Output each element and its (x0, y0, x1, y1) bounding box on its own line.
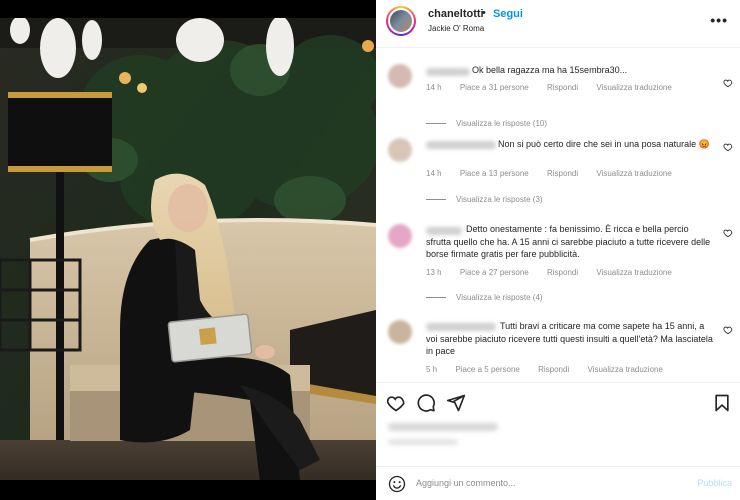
share-icon[interactable] (446, 393, 466, 413)
comment-likes[interactable]: Piace a 27 persone (460, 268, 529, 277)
comment-time: 14 h (426, 83, 442, 92)
comment-meta: 14 h Piace a 13 persone Rispondi Visuali… (426, 169, 688, 178)
photo-bottom-bar (0, 480, 376, 500)
comment-likes[interactable]: Piace a 13 persone (460, 169, 529, 178)
comment-item: Non si può certo dire che sei in una pos… (376, 134, 740, 204)
comment-reply-button[interactable]: Rispondi (547, 268, 578, 277)
comment-heart-icon[interactable] (723, 78, 733, 88)
comment-icon[interactable] (416, 393, 436, 413)
instagram-post-window: chaneltotti • Segui Jackie O' Roma ••• O… (0, 0, 740, 500)
comment-text: Non si può certo dire che sei in una pos… (498, 139, 710, 149)
commenter-avatar[interactable] (388, 64, 412, 88)
commenter-avatar[interactable] (388, 224, 412, 248)
view-replies-label[interactable]: Visualizza le risposte (4) (456, 293, 543, 302)
view-replies-label[interactable]: Visualizza le risposte (10) (456, 119, 547, 128)
username-separator: • (482, 7, 486, 19)
publish-button[interactable]: Pubblica (697, 478, 732, 488)
comment-heart-icon[interactable] (723, 228, 733, 238)
comment-text: Tutti bravi a criticare ma come sapete h… (426, 321, 713, 356)
comments-list: Ok bella ragazza ma ha 15sembra30... 14 … (376, 48, 740, 382)
comment-text: Detto onestamente : fa benissimo. È ricc… (426, 224, 711, 259)
post-username[interactable]: chaneltotti (428, 8, 484, 20)
comment-reply-button[interactable]: Rispondi (547, 83, 578, 92)
comment-translate-link[interactable]: Visualizza traduzione (596, 169, 671, 178)
comment-reply-button[interactable]: Rispondi (547, 169, 578, 178)
heart-icon[interactable] (386, 393, 406, 413)
add-comment-input[interactable] (416, 478, 666, 488)
comment-heart-icon[interactable] (723, 325, 733, 335)
view-replies-link[interactable]: Visualizza le risposte (3) (426, 195, 543, 204)
comment-item: Ok bella ragazza ma ha 15sembra30... 14 … (376, 58, 740, 128)
profile-avatar-frame (388, 8, 414, 34)
view-replies-label[interactable]: Visualizza le risposte (3) (456, 195, 543, 204)
photo-top-bar (0, 0, 376, 18)
post-photo-illustration (0, 0, 376, 500)
replies-line (426, 123, 446, 125)
comment-translate-link[interactable]: Visualizza traduzione (596, 83, 671, 92)
replies-line (426, 199, 446, 201)
bookmark-icon[interactable] (712, 393, 732, 413)
comment-time: 14 h (426, 169, 442, 178)
comment-time: 13 h (426, 268, 442, 277)
add-comment-bar: Pubblica (376, 466, 740, 500)
comment-text: Ok bella ragazza ma ha 15sembra30... (472, 65, 628, 75)
more-options-icon[interactable]: ••• (710, 12, 728, 28)
comment-translate-link[interactable]: Visualizza traduzione (587, 365, 662, 374)
comment-meta: 5 h Piace a 5 persone Rispondi Visualizz… (426, 365, 679, 374)
post-photo[interactable] (0, 0, 376, 500)
comment-translate-link[interactable]: Visualizza traduzione (596, 268, 671, 277)
comment-reply-button[interactable]: Rispondi (538, 365, 569, 374)
view-replies-link[interactable]: Visualizza le risposte (4) (426, 293, 543, 302)
post-location[interactable]: Jackie O' Roma (428, 24, 484, 33)
comment-meta: 13 h Piace a 27 persone Rispondi Visuali… (426, 268, 688, 277)
emoji-icon[interactable] (388, 475, 406, 493)
comment-time: 5 h (426, 365, 438, 374)
replies-line (426, 297, 446, 299)
comment-likes[interactable]: Piace a 31 persone (460, 83, 529, 92)
comment-heart-icon[interactable] (723, 142, 733, 152)
commenter-avatar[interactable] (388, 320, 412, 344)
comment-meta: 14 h Piace a 31 persone Rispondi Visuali… (426, 83, 688, 92)
follow-button[interactable]: Segui (493, 8, 523, 20)
profile-avatar[interactable] (386, 6, 416, 36)
post-header: chaneltotti • Segui Jackie O' Roma ••• (376, 0, 740, 48)
post-sidebar: chaneltotti • Segui Jackie O' Roma ••• O… (376, 0, 740, 500)
comment-item: Tutti bravi a criticare ma come sapete h… (376, 320, 740, 380)
comment-likes[interactable]: Piace a 5 persone (455, 365, 520, 374)
likes-count-blurred[interactable] (388, 423, 498, 431)
commenter-avatar[interactable] (388, 138, 412, 162)
comment-item: Detto onestamente : fa benissimo. È ricc… (376, 220, 740, 310)
profile-avatar-image (390, 10, 412, 32)
post-date-blurred (388, 439, 458, 445)
view-replies-link[interactable]: Visualizza le risposte (10) (426, 119, 547, 128)
